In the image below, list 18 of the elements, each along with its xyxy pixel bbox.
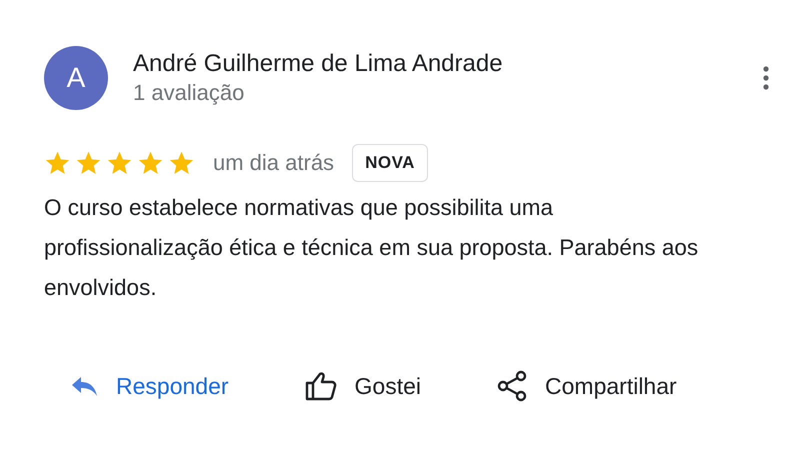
like-button[interactable]: Gostei xyxy=(298,365,428,407)
review-text: O curso estabelece normativas que possibilita uma profissionalização ética e técnica em sua proposta. Parabéns aos envolvidos. xyxy=(44,194,700,302)
review-time: um dia atrás xyxy=(213,150,334,176)
author-name: André Guilherme de Lima Andrade xyxy=(133,49,504,79)
avatar: A xyxy=(44,46,108,110)
thumbs-up-icon xyxy=(304,371,337,401)
share-button[interactable]: Compartilhar xyxy=(491,364,683,408)
star-icon xyxy=(75,150,102,176)
reply-arrow-icon xyxy=(70,375,98,397)
more-options-icon[interactable] xyxy=(762,65,770,91)
star-icon xyxy=(137,150,164,176)
review-count: 1 avaliação xyxy=(133,79,246,107)
star-icon xyxy=(106,150,133,176)
reply-button[interactable]: Responder xyxy=(64,366,235,406)
share-icon xyxy=(497,370,528,402)
star-icon xyxy=(168,150,195,176)
star-icon xyxy=(44,150,71,176)
new-badge: NOVA xyxy=(352,144,428,182)
